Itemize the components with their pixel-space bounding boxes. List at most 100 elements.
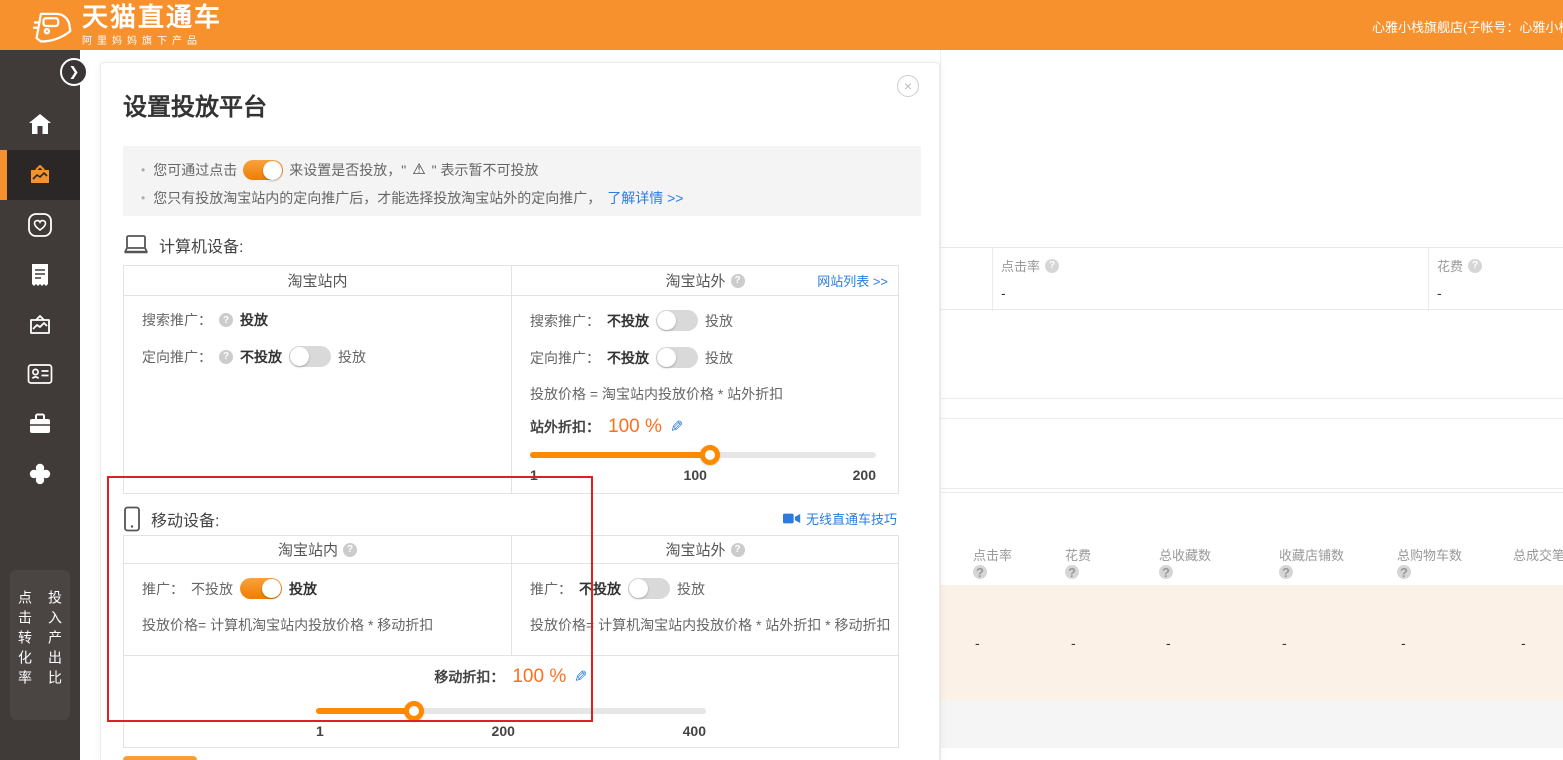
help-icon[interactable]: ? [1065,565,1079,579]
sidebar-collapse-button[interactable]: ❯ [60,58,88,86]
notice-text: 您只有投放淘宝站内的定向推广后，才能选择投放淘宝站外的定向推广， [153,186,601,210]
close-button[interactable]: × [897,75,919,97]
wireless-tips-link[interactable]: 无线直通车技巧 [783,509,897,528]
sidebar-item-reports[interactable] [0,250,80,300]
slider-handle[interactable] [700,445,720,465]
target-promo-row: 定向推广： ? 不投放 投放 [142,346,495,367]
discount-label: 移动折扣： [434,667,504,687]
sidebar-metrics-box[interactable]: 点击转化率 投入产出比 [10,570,70,720]
state-on-label: 投放 [289,579,317,599]
slider-handle[interactable] [404,701,424,721]
help-icon[interactable]: ? [731,543,745,557]
column-header: 总购物车数 [1397,545,1462,564]
mobile-platform-table: 淘宝站内 ? 淘宝站外 ? 推广： 不投放 投放 投放价格= 计算机淘宝站内投 [123,535,899,748]
sidebar-item-favorites[interactable] [0,200,80,250]
section-title: 移动设备: [151,507,219,531]
train-logo-icon [32,7,74,45]
state-on-label: 投放 [705,348,733,368]
state-off-label: 不投放 [191,579,233,599]
mobile-onsite-cell: 推广： 不投放 投放 投放价格= 计算机淘宝站内投放价格 * 移动折扣 [124,564,511,655]
slider-max: 200 [853,467,876,483]
stat-card-row: 点击率? - 花费? - [941,247,1563,310]
help-icon[interactable]: ? [343,543,357,557]
cell-value: - [1401,635,1406,651]
target-promo-row: 定向推广： 不投放 投放 [530,347,882,368]
app-logo[interactable]: 天猫直通车 阿里妈妈旗下产品 [32,4,222,47]
cell-value: - [1521,635,1526,651]
promo-row: 推广： 不投放 投放 [142,578,495,599]
confirm-button[interactable] [123,756,197,760]
mobile-discount-slider[interactable]: 1 200 400 [316,708,706,739]
promo-row: 推广： 不投放 投放 [530,578,882,599]
computer-onsite-cell: 搜索推广： ? 投放 定向推广： ? 不投放 投放 [124,296,511,493]
help-icon[interactable]: ? [1397,565,1411,579]
offsite-discount-slider[interactable]: 1 100 200 [530,452,876,483]
search-promo-row: 搜索推广： ? 投放 [142,310,495,330]
notice-box: 您可通过点击 来设置是否投放，" ⚠ " 表示暂不可投放 您只有投放淘宝站内的定… [123,146,921,216]
col-taobao-onsite: 淘宝站内 [124,266,511,295]
column-label: 淘宝站内 [278,539,338,560]
help-icon[interactable]: ? [973,565,987,579]
discount-value: 100 % [608,416,662,438]
computer-offsite-search-toggle[interactable] [656,310,698,331]
help-icon[interactable]: ? [731,274,745,288]
example-toggle[interactable] [243,160,283,180]
close-icon: × [904,78,912,94]
col-taobao-onsite: 淘宝站内 ? [124,536,511,563]
home-icon [28,113,52,135]
website-list-link[interactable]: 网站列表 >> [817,271,888,290]
slider-min: 1 [316,723,324,739]
column-header: 总成交笔 [1513,545,1563,564]
report-table-header: 点击率? 花费? 总收藏数? 收藏店铺数? 总购物车数? 总成交笔 [941,525,1563,585]
edit-pencil-icon[interactable]: ✎ [574,667,587,687]
discount-label: 站外折扣： [530,417,600,437]
mobile-offsite-promo-toggle[interactable] [628,578,670,599]
stat-label: 点击率 [1001,256,1040,275]
help-icon[interactable]: ? [1468,259,1482,273]
sidebar-item-campaign-active[interactable] [0,150,80,200]
top-header: 天猫直通车 阿里妈妈旗下产品 心雅小栈旗舰店(子帐号：心雅小栈 [0,0,1563,50]
field-label: 搜索推广： [142,310,212,330]
edit-pencil-icon[interactable]: ✎ [670,417,683,437]
sidebar-item-creatives[interactable] [0,300,80,350]
chevron-right-icon: ❯ [69,64,80,80]
field-label: 搜索推广： [530,311,600,331]
sidebar-item-accounts[interactable] [0,349,80,399]
mobile-section-header: 移动设备: [123,506,219,532]
sidebar-item-tools[interactable] [0,399,80,449]
learn-more-link[interactable]: 了解详情 >> [607,186,683,210]
slider-mid: 100 [684,467,707,483]
video-camera-icon [783,512,801,525]
stat-card-ctr: 点击率? - [1001,256,1059,301]
notice-text: 来设置是否投放，" [289,158,406,182]
stat-value: - [1437,285,1482,301]
mobile-onsite-promo-toggle[interactable] [240,578,282,599]
help-icon[interactable]: ? [1045,259,1059,273]
divider [941,492,1563,493]
sidebar-item-targeting[interactable] [0,449,80,499]
state-off-label: 不投放 [607,348,649,368]
computer-offsite-target-toggle[interactable] [656,347,698,368]
help-icon[interactable]: ? [219,350,233,364]
state-off-label: 不投放 [240,347,282,367]
sidebar-item-home[interactable] [0,99,80,149]
slider-max: 400 [683,723,706,739]
cell-value: - [975,635,980,651]
state-on-label: 投放 [338,347,366,367]
cell-value: - [1282,635,1287,651]
slider-mid: 200 [492,723,515,739]
column-label: 淘宝站外 [665,270,725,291]
discount-value: 100 % [512,666,566,688]
metric-click-conversion: 点击转化率 [15,590,35,720]
help-icon[interactable]: ? [219,313,233,327]
computer-onsite-target-toggle[interactable] [289,346,331,367]
mobile-discount-row: 移动折扣： 100 % ✎ 1 200 400 [124,655,898,747]
column-header: 花费 [1065,545,1091,564]
help-icon[interactable]: ? [1159,565,1173,579]
divider [1428,248,1429,311]
stat-card-cost: 花费? - [1437,256,1482,301]
help-icon[interactable]: ? [1279,565,1293,579]
price-formula: 投放价格= 计算机淘宝站内投放价格 * 移动折扣 [142,615,495,635]
account-name[interactable]: 心雅小栈旗舰店(子帐号：心雅小栈 [1372,17,1563,36]
tips-link-label: 无线直通车技巧 [806,509,897,528]
